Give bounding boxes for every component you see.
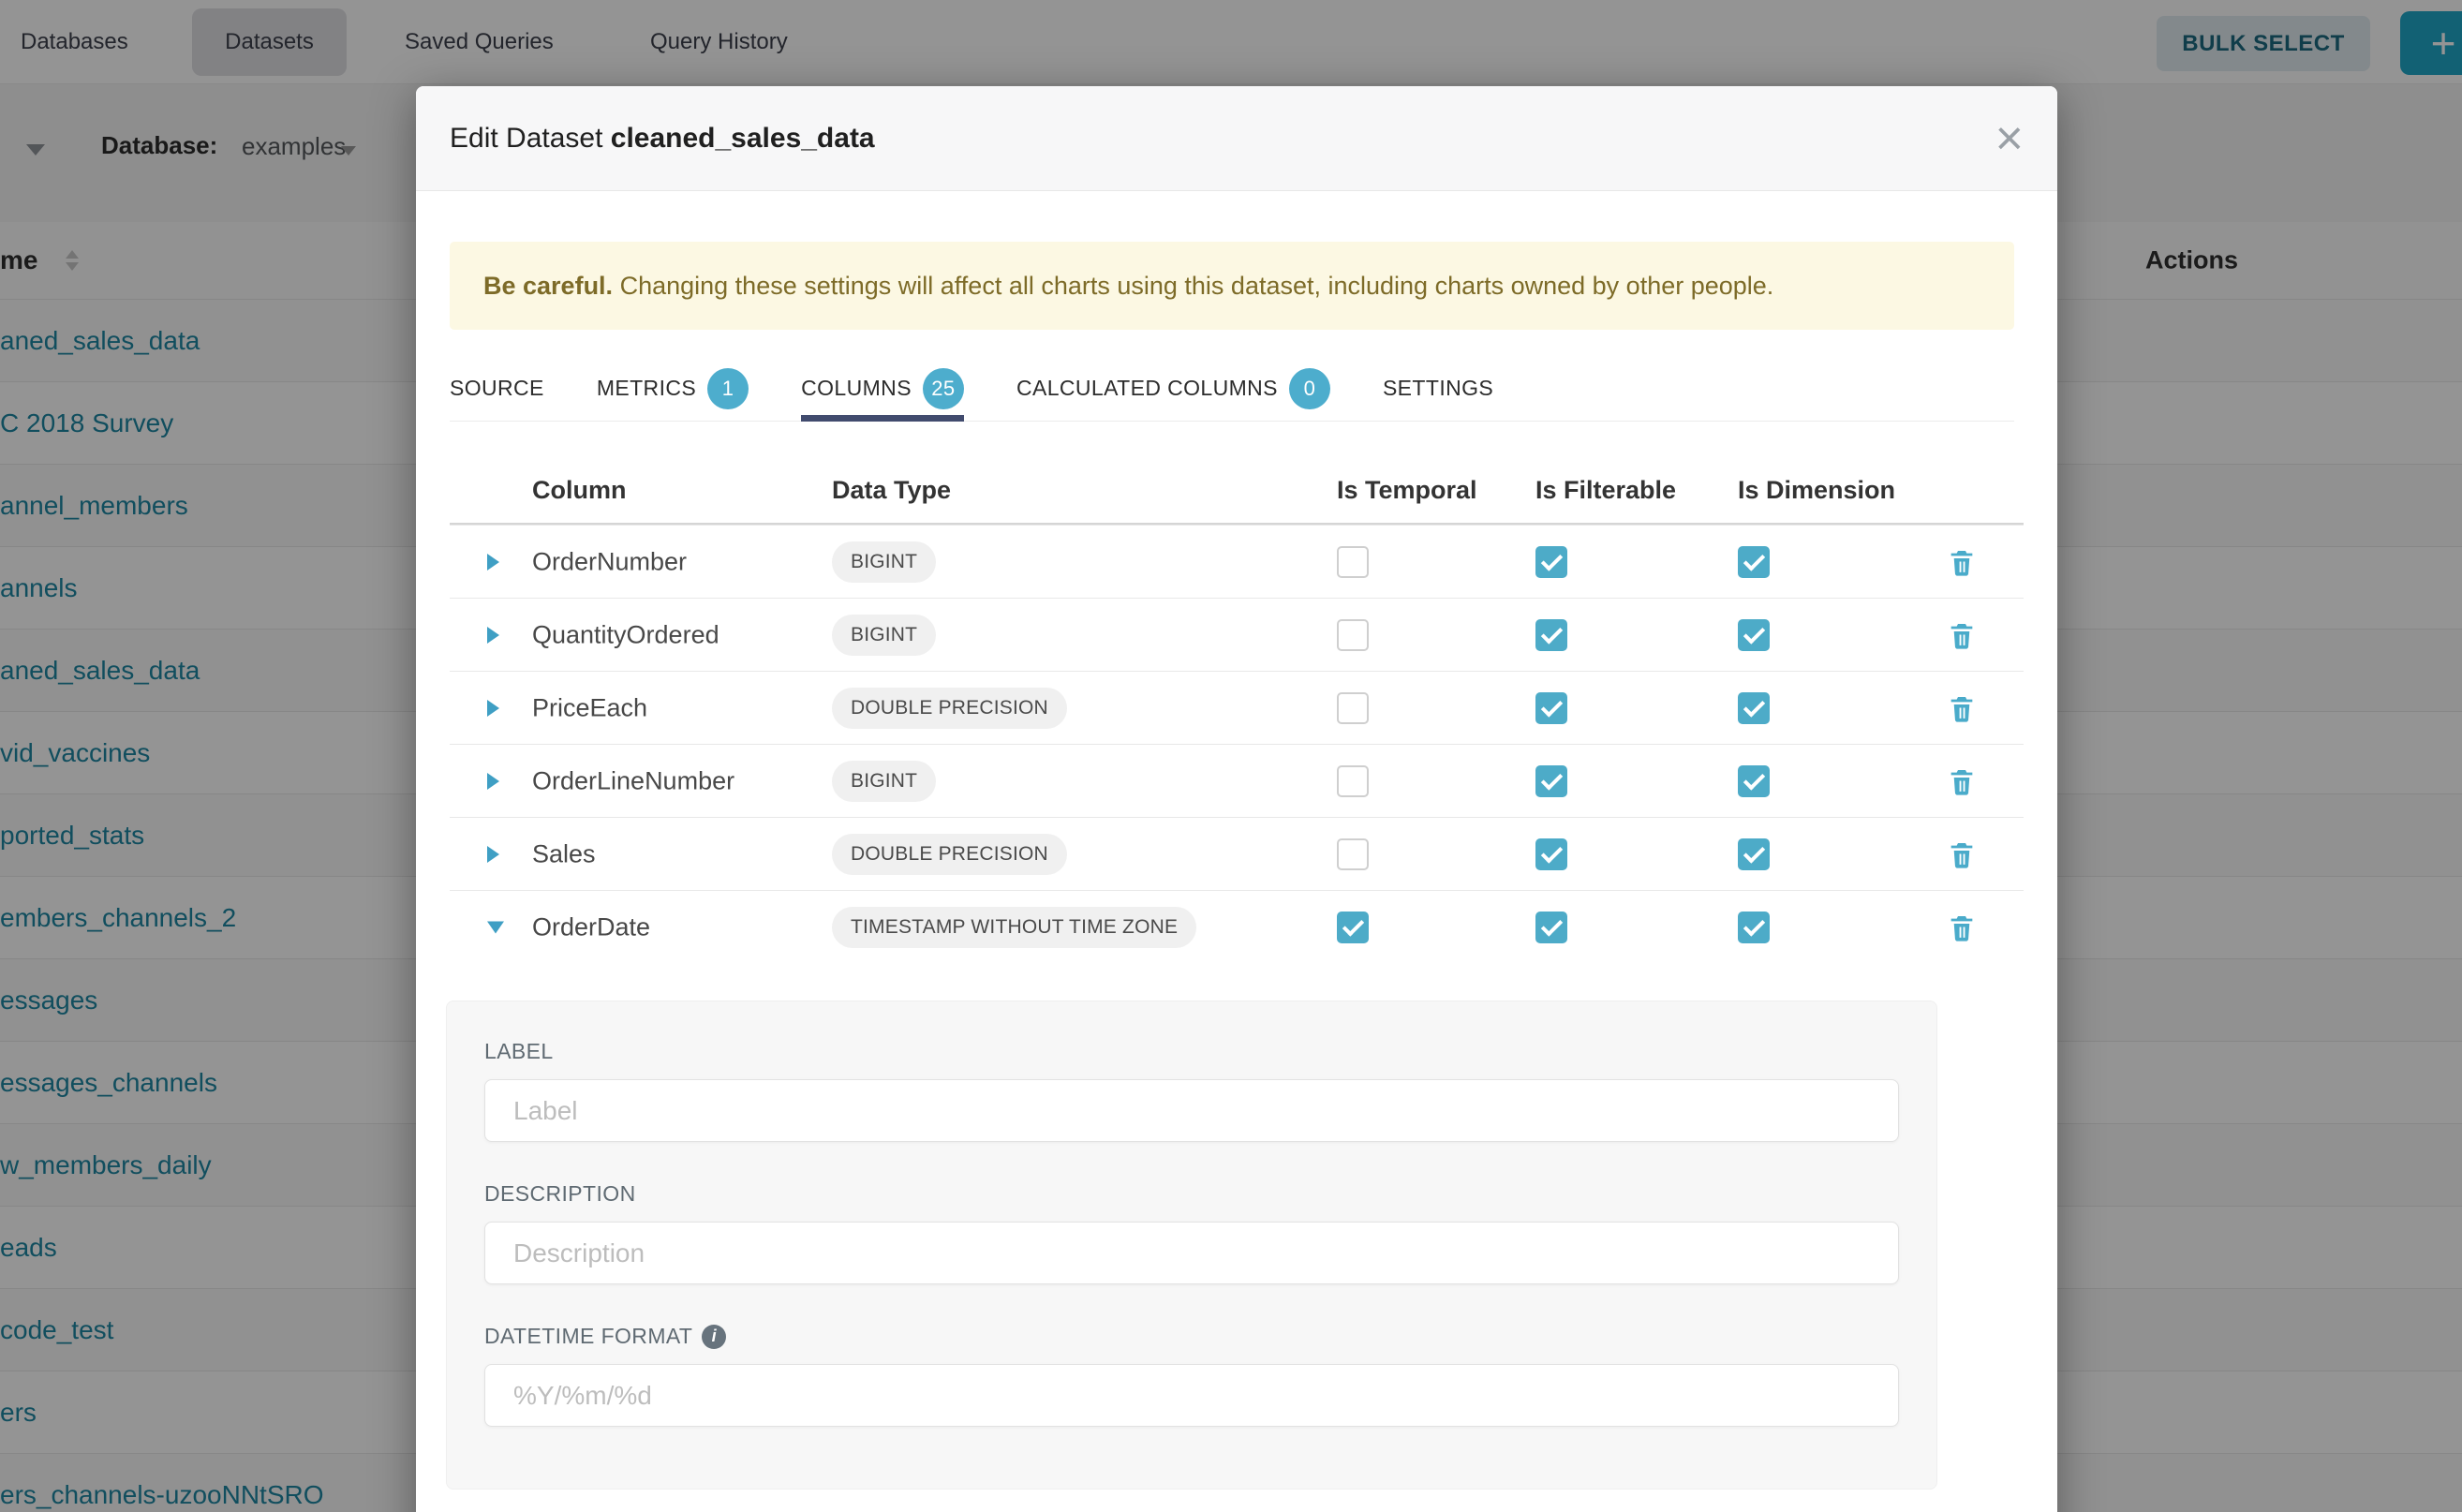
calculated-columns-count-badge: 0 (1289, 368, 1330, 409)
collapse-caret-icon[interactable] (487, 921, 504, 933)
column-row: OrderNumber BIGINT (450, 525, 2024, 598)
warning-banner: Be careful. Changing these settings will… (450, 242, 2014, 330)
column-row: QuantityOrdered BIGINT (450, 598, 2024, 671)
is-filterable-checkbox[interactable] (1535, 546, 1567, 578)
trash-icon[interactable] (1947, 838, 1977, 870)
is-dimension-checkbox[interactable] (1738, 838, 1770, 870)
is-filterable-checkbox[interactable] (1535, 838, 1567, 870)
is-temporal-checkbox[interactable] (1337, 619, 1369, 651)
is-dimension-checkbox[interactable] (1738, 692, 1770, 724)
screen: Databases Datasets Saved Queries Query H… (0, 0, 2462, 1512)
tab-settings[interactable]: SETTINGS (1383, 356, 1493, 421)
modal-title-dataset-name: cleaned_sales_data (611, 123, 875, 154)
metrics-count-badge: 1 (707, 368, 749, 409)
expand-caret-icon[interactable] (487, 554, 499, 571)
expand-caret-icon[interactable] (487, 846, 499, 863)
is-filterable-checkbox[interactable] (1535, 619, 1567, 651)
is-filterable-checkbox[interactable] (1535, 912, 1567, 943)
data-type-pill: BIGINT (832, 541, 936, 583)
column-name: OrderLineNumber (532, 766, 734, 795)
label-input[interactable] (484, 1079, 1899, 1142)
column-detail-panel: LABEL DESCRIPTION DATETIME FORMAT i (446, 1001, 1937, 1490)
is-filterable-checkbox[interactable] (1535, 765, 1567, 797)
trash-icon[interactable] (1947, 692, 1977, 724)
data-type-pill: DOUBLE PRECISION (832, 688, 1067, 729)
data-type-header: Data Type (832, 476, 951, 505)
tab-metrics[interactable]: METRICS 1 (597, 356, 749, 421)
description-field-heading: DESCRIPTION (484, 1181, 1899, 1207)
is-temporal-checkbox[interactable] (1337, 838, 1369, 870)
column-row-expanded: OrderDate TIMESTAMP WITHOUT TIME ZONE (450, 890, 2024, 963)
tab-calculated-columns[interactable]: CALCULATED COLUMNS 0 (1016, 356, 1330, 421)
is-filterable-checkbox[interactable] (1535, 692, 1567, 724)
column-name: OrderDate (532, 912, 650, 941)
is-dimension-checkbox[interactable] (1738, 765, 1770, 797)
close-icon[interactable]: × (1995, 114, 2024, 163)
column-header: Column (532, 476, 627, 505)
warning-text: Be careful. Changing these settings will… (483, 272, 1773, 301)
is-dimension-checkbox[interactable] (1738, 912, 1770, 943)
expand-caret-icon[interactable] (487, 627, 499, 644)
columns-table: Column Data Type Is Temporal Is Filterab… (450, 422, 2024, 963)
trash-icon[interactable] (1947, 765, 1977, 797)
columns-count-badge: 25 (923, 368, 964, 409)
is-dimension-header: Is Dimension (1738, 476, 1895, 505)
is-temporal-checkbox[interactable] (1337, 912, 1369, 943)
columns-table-header: Column Data Type Is Temporal Is Filterab… (450, 422, 2024, 525)
column-row: OrderLineNumber BIGINT (450, 744, 2024, 817)
data-type-pill: DOUBLE PRECISION (832, 834, 1067, 875)
is-temporal-header: Is Temporal (1337, 476, 1477, 505)
column-row: PriceEach DOUBLE PRECISION (450, 671, 2024, 744)
edit-dataset-modal: Edit Dataset cleaned_sales_data × Be car… (416, 86, 2057, 1512)
is-dimension-checkbox[interactable] (1738, 619, 1770, 651)
description-input[interactable] (484, 1222, 1899, 1284)
column-name: QuantityOrdered (532, 620, 719, 649)
tab-columns[interactable]: COLUMNS 25 (801, 356, 964, 421)
modal-title-prefix: Edit Dataset (450, 123, 602, 154)
datetime-format-field-heading: DATETIME FORMAT i (484, 1324, 1899, 1349)
tab-source[interactable]: SOURCE (450, 356, 544, 421)
expand-caret-icon[interactable] (487, 773, 499, 790)
column-name: Sales (532, 839, 596, 868)
trash-icon[interactable] (1947, 912, 1977, 943)
modal-tabs: SOURCE METRICS 1 COLUMNS 25 CALCULATED C… (450, 356, 2014, 422)
is-temporal-checkbox[interactable] (1337, 546, 1369, 578)
column-name: PriceEach (532, 693, 647, 722)
is-dimension-checkbox[interactable] (1738, 546, 1770, 578)
column-row: Sales DOUBLE PRECISION (450, 817, 2024, 890)
is-temporal-checkbox[interactable] (1337, 692, 1369, 724)
datetime-format-input[interactable] (484, 1364, 1899, 1427)
is-temporal-checkbox[interactable] (1337, 765, 1369, 797)
modal-title: Edit Dataset cleaned_sales_data (450, 123, 875, 155)
is-filterable-header: Is Filterable (1535, 476, 1676, 505)
modal-header: Edit Dataset cleaned_sales_data × (416, 86, 2057, 191)
data-type-pill: BIGINT (832, 761, 936, 802)
trash-icon[interactable] (1947, 546, 1977, 578)
data-type-pill: BIGINT (832, 615, 936, 656)
expand-caret-icon[interactable] (487, 700, 499, 717)
data-type-pill: TIMESTAMP WITHOUT TIME ZONE (832, 907, 1196, 948)
trash-icon[interactable] (1947, 619, 1977, 651)
label-field-heading: LABEL (484, 1039, 1899, 1064)
column-name: OrderNumber (532, 547, 687, 576)
info-icon[interactable]: i (702, 1325, 726, 1349)
